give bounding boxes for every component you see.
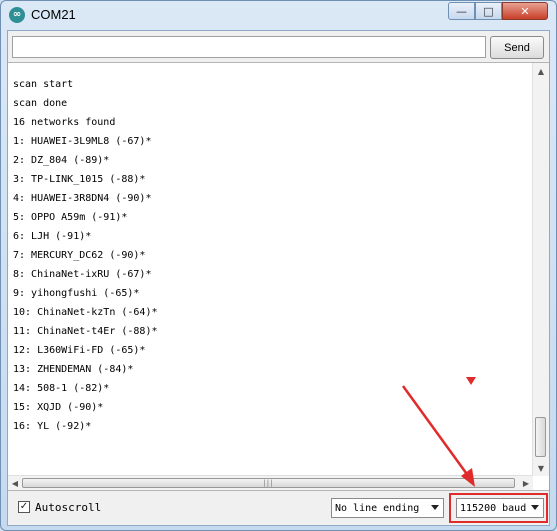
serial-output-line: 3: TP-LINK_1015 (-88)* <box>13 174 146 185</box>
serial-output-line: 11: ChinaNet-t4Er (-88)* <box>13 326 158 337</box>
horizontal-scrollbar[interactable]: ◀ ||| ▶ <box>8 475 533 490</box>
serial-output-line: 2: DZ_804 (-89)* <box>13 155 110 166</box>
serial-output-line: 16: YL (-92)* <box>13 421 92 432</box>
vertical-scrollbar[interactable]: ▲ ▼ <box>532 63 549 476</box>
serial-output-line: 7: MERCURY_DC62 (-90)* <box>13 250 146 261</box>
scroll-down-arrow-icon[interactable]: ▼ <box>533 460 549 476</box>
baud-highlight-box <box>449 493 548 523</box>
serial-output-line: 1: HUAWEI-3L9ML8 (-67)* <box>13 136 152 147</box>
serial-output-line: 6: LJH (-91)* <box>13 231 92 242</box>
serial-output-lines: scan start scan done 16 networks found 1: H… <box>13 75 158 436</box>
title-bar[interactable]: ∞ COM21 — □ ✕ <box>1 1 556 29</box>
footer-bar: ✓ Autoscroll No line ending 115200 baud <box>8 491 549 525</box>
maximize-button[interactable]: □ <box>475 2 502 20</box>
serial-output-line: 4: HUAWEI-3R8DN4 (-90)* <box>13 193 152 204</box>
serial-output-line: 10: ChinaNet-kzTn (-64)* <box>13 307 158 318</box>
close-button[interactable]: ✕ <box>502 2 548 20</box>
scroll-left-arrow-icon[interactable]: ◀ <box>8 476 22 490</box>
serial-monitor-window: ∞ COM21 — □ ✕ Send scan start scan done 16… <box>0 0 557 531</box>
serial-output-line: scan done <box>13 98 68 109</box>
red-triangle-marker-icon <box>466 377 476 385</box>
scroll-right-arrow-icon[interactable]: ▶ <box>519 476 533 490</box>
serial-output-area[interactable]: scan start scan done 16 networks found 1: H… <box>8 62 549 491</box>
scroll-up-arrow-icon[interactable]: ▲ <box>533 63 549 79</box>
send-button[interactable]: Send <box>490 36 544 59</box>
serial-output-line: 5: OPPO A59m (-91)* <box>13 212 128 223</box>
autoscroll-checkbox[interactable]: ✓ <box>18 501 30 513</box>
horizontal-scroll-thumb[interactable]: ||| <box>22 478 515 488</box>
vertical-scroll-thumb[interactable] <box>535 417 546 457</box>
chevron-down-icon <box>431 505 439 510</box>
minimize-button[interactable]: — <box>448 2 475 20</box>
serial-output-line: scan start <box>13 79 74 90</box>
line-ending-select[interactable]: No line ending <box>331 498 444 518</box>
serial-output-line: 12: L360WiFi-FD (-65)* <box>13 345 146 356</box>
serial-output-line: 13: ZHENDEMAN (-84)* <box>13 364 134 375</box>
serial-send-input[interactable] <box>12 36 486 58</box>
serial-output-line: 9: yihongfushi (-65)* <box>13 288 140 299</box>
window-title: COM21 <box>31 7 76 22</box>
autoscroll-label: Autoscroll <box>35 501 102 514</box>
serial-output-line: 14: 508-1 (-82)* <box>13 383 110 394</box>
line-ending-value: No line ending <box>335 502 420 514</box>
arduino-infinity-icon: ∞ <box>9 7 25 23</box>
serial-monitor-body: Send scan start scan done 16 networks foun… <box>7 30 550 526</box>
serial-output-line: 16 networks found <box>13 117 116 128</box>
serial-output-line: 15: XQJD (-90)* <box>13 402 104 413</box>
serial-output-line: 8: ChinaNet-ixRU (-67)* <box>13 269 152 280</box>
